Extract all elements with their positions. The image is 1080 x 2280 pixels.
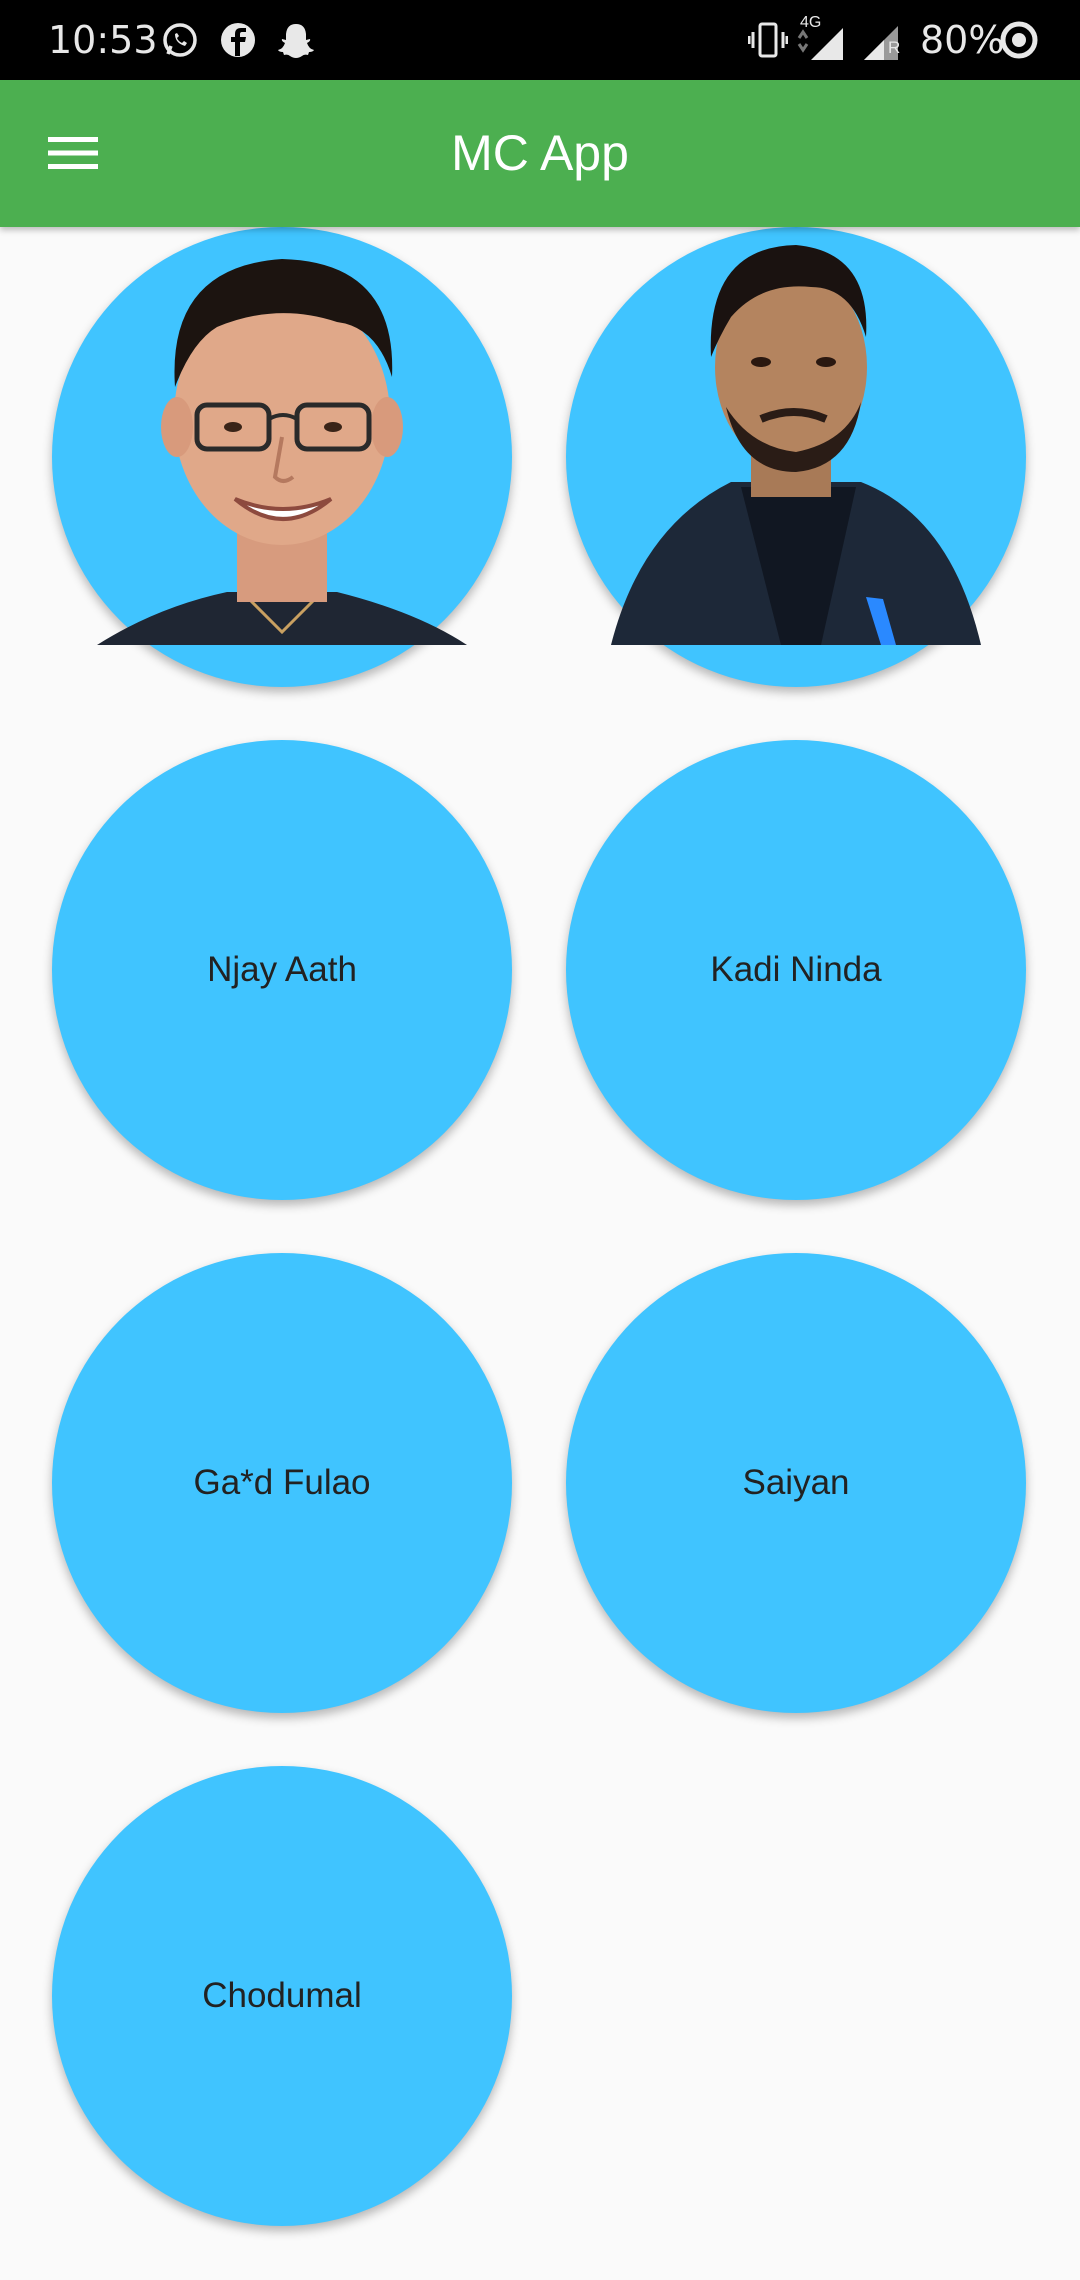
- person-2-photo: [611, 227, 981, 645]
- battery-percent: 80%: [920, 18, 1005, 62]
- tile-chodumal[interactable]: Chodumal: [52, 1766, 512, 2226]
- tile-saiyan[interactable]: Saiyan: [566, 1253, 1026, 1713]
- app-bar: MC App: [0, 80, 1080, 227]
- facebook-icon: [221, 23, 255, 57]
- sound-grid: Njay Aath Kadi Ninda Ga*d Fulao Saiyan C…: [0, 227, 1080, 2280]
- status-time: 10:53: [48, 18, 158, 62]
- tile-label: Saiyan: [742, 1463, 850, 1502]
- tile-label: Kadi Ninda: [710, 950, 882, 989]
- vibrate-icon: [748, 22, 788, 58]
- tile-njay-aath[interactable]: Njay Aath: [52, 740, 512, 1200]
- roaming-indicator: R: [888, 38, 901, 57]
- whatsapp-icon: [163, 23, 197, 57]
- snapchat-icon: [278, 24, 314, 58]
- tile-photo-2[interactable]: [566, 227, 1026, 687]
- person-1-photo: [97, 227, 467, 645]
- tile-photo-1[interactable]: [52, 227, 512, 687]
- tile-label: Njay Aath: [207, 950, 357, 989]
- tile-label: Ga*d Fulao: [193, 1463, 371, 1502]
- tile-gad-fulao[interactable]: Ga*d Fulao: [52, 1253, 512, 1713]
- battery-saver-icon: [1000, 21, 1038, 59]
- tile-label: Chodumal: [202, 1976, 362, 2015]
- signal-4g-icon: [797, 28, 843, 60]
- tile-kadi-ninda[interactable]: Kadi Ninda: [566, 740, 1026, 1200]
- app-title: MC App: [451, 125, 629, 181]
- status-bar: 10:53 4G R 80%: [0, 0, 1080, 80]
